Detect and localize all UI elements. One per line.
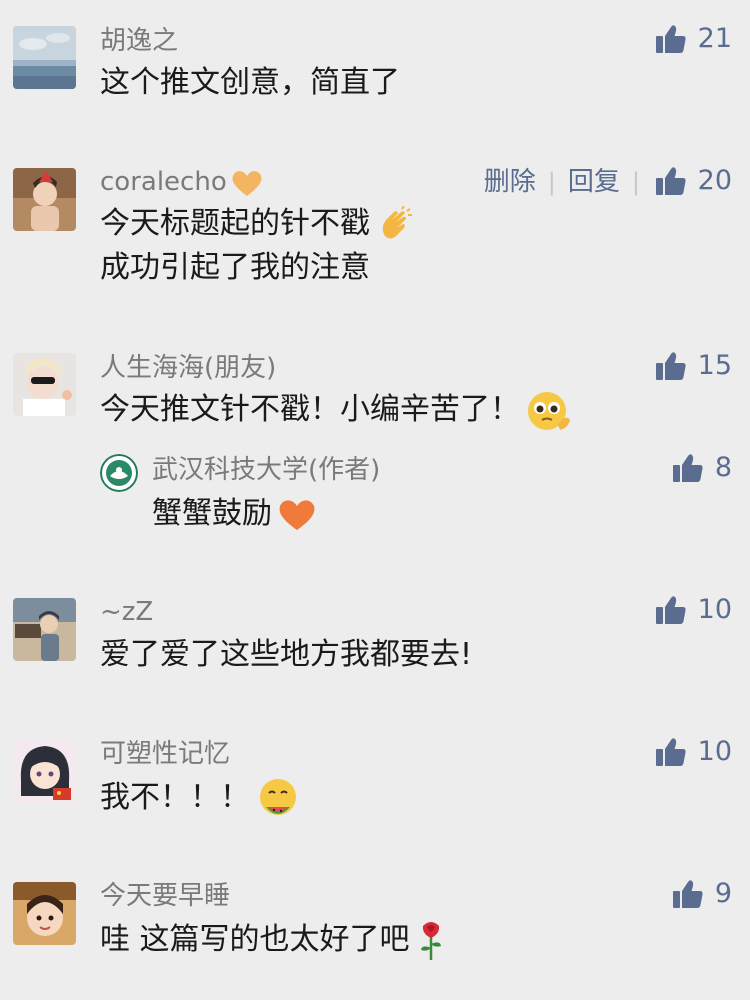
avatar[interactable] — [13, 598, 76, 661]
comment-line: 我不！！！ — [100, 780, 250, 815]
thumbs-up-icon — [673, 879, 703, 909]
commenter-name[interactable]: 胡逸之 — [100, 25, 178, 57]
clapping-hands-icon — [382, 205, 412, 238]
comment-line-text: 今天标题起的针不戳 — [100, 206, 370, 241]
like-count: 15 — [697, 350, 732, 381]
author-avatar[interactable] — [100, 454, 138, 492]
eating-watermelon-face-icon — [260, 778, 296, 815]
commenter-name[interactable]: 今天要早睡 — [100, 880, 230, 912]
avatar[interactable] — [13, 740, 76, 803]
avatar[interactable] — [13, 26, 76, 89]
comment-text: 我不！！！ — [100, 776, 300, 821]
like-button[interactable]: 21 — [656, 23, 732, 55]
divider: | — [547, 168, 556, 196]
thumbs-up-icon — [656, 737, 686, 767]
comment-line: 爱了爱了这些地方我都要去! — [100, 637, 473, 672]
like-button[interactable]: 9 — [673, 878, 732, 910]
reply-line: 蟹蟹鼓励 — [152, 496, 272, 531]
reply-text: 蟹蟹鼓励 — [152, 492, 316, 536]
pleading-face-icon — [528, 391, 570, 430]
like-count: 21 — [697, 23, 732, 54]
thumbs-up-icon — [656, 595, 686, 625]
comment-text: 爱了爱了这些地方我都要去! — [100, 633, 472, 677]
thumbs-up-icon — [673, 453, 703, 483]
thumbs-up-icon — [656, 24, 686, 54]
like-button[interactable]: 8 — [673, 452, 732, 484]
avatar[interactable] — [13, 168, 76, 231]
rose-icon — [420, 921, 441, 960]
comment-line: 这个推文创意，简直了 — [100, 65, 400, 100]
commenter-name-text: coralecho — [100, 167, 227, 197]
commenter-name[interactable]: 可塑性记忆 — [100, 738, 230, 770]
like-button[interactable]: 15 — [656, 350, 732, 382]
like-button[interactable]: 10 — [656, 594, 732, 626]
commenter-name[interactable]: 人生海海(朋友) — [100, 352, 276, 384]
like-count: 20 — [697, 165, 732, 196]
commenter-name[interactable]: ~zZ — [100, 596, 153, 628]
reply-button[interactable]: 回复 — [568, 166, 620, 198]
comment-line: 今天推文针不戳！小编辛苦了！ — [100, 392, 520, 427]
delete-button[interactable]: 删除 — [484, 166, 536, 198]
author-name[interactable]: 武汉科技大学(作者) — [152, 454, 380, 486]
like-count: 9 — [714, 878, 732, 909]
comment-line: 哇 这篇写的也太好了吧 — [100, 922, 410, 957]
comment-text: 今天标题起的针不戳 成功引起了我的注意 — [100, 202, 414, 290]
divider: | — [631, 168, 640, 196]
thumbs-up-icon — [656, 351, 686, 381]
comment-text: 这个推文创意，简直了 — [100, 61, 400, 105]
comment-text: 今天推文针不戳！小编辛苦了！ — [100, 388, 572, 432]
like-count: 10 — [697, 594, 732, 625]
orange-heart-icon — [232, 170, 262, 196]
like-button[interactable]: 20 — [656, 165, 732, 197]
like-button[interactable]: 10 — [656, 736, 732, 768]
comment-line: 今天标题起的针不戳 — [100, 202, 414, 246]
commenter-name[interactable]: coralecho — [100, 166, 263, 198]
comment-actions: 删除 | 回复 | — [484, 166, 640, 198]
avatar[interactable] — [13, 882, 76, 945]
avatar[interactable] — [13, 353, 76, 416]
comment-text: 哇 这篇写的也太好了吧 — [100, 918, 446, 962]
thumbs-up-icon — [656, 166, 686, 196]
like-count: 10 — [697, 736, 732, 767]
orange-heart-icon — [279, 499, 315, 530]
like-count: 8 — [714, 452, 732, 483]
comment-line: 成功引起了我的注意 — [100, 250, 370, 285]
